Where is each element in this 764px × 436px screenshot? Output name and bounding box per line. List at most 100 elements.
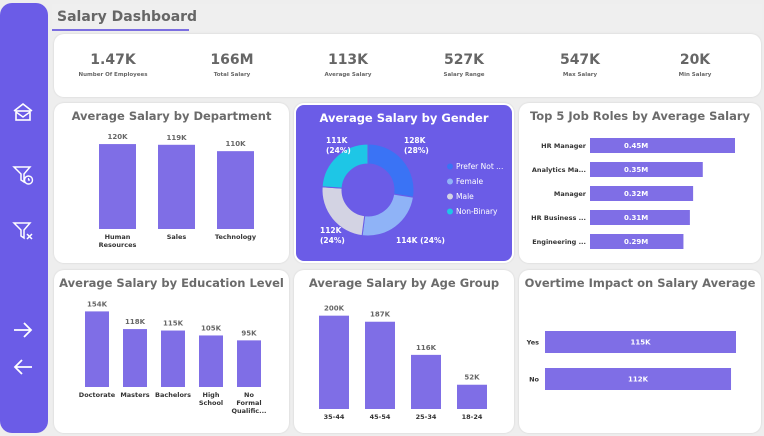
legend-marker xyxy=(447,178,453,185)
kpi-value: 166M xyxy=(210,52,254,68)
legend-label: Male xyxy=(456,192,474,201)
overtime-chart: Yes 115K No 112K xyxy=(526,331,736,390)
department-chart: 120K HumanResources 119K Sales 110K Technolog… xyxy=(99,133,257,249)
kpi-value: 113K xyxy=(327,52,369,68)
education-chart: 154K Doctorate 118K Masters 115K Bachelors 105… xyxy=(79,300,267,415)
donut-slice[interactable] xyxy=(361,193,414,237)
data-label: 116K xyxy=(416,344,437,352)
data-label: 52K xyxy=(464,374,480,382)
category-label: No xyxy=(244,391,254,399)
slice-label: 114K (24%) xyxy=(396,236,445,245)
category-label: Human xyxy=(105,233,131,241)
chart-bar[interactable] xyxy=(85,311,109,387)
home-icon[interactable] xyxy=(11,100,35,124)
data-label: 118K xyxy=(125,318,146,326)
legend-label: Prefer Not ... xyxy=(456,162,503,171)
chart-bar[interactable] xyxy=(123,329,147,387)
kpi-label: Salary Range xyxy=(443,72,485,78)
category-label: 25-34 xyxy=(416,413,437,421)
kpi-label: Max Salary xyxy=(562,72,598,78)
education-panel[interactable]: Average Salary by Education Level 154K Do… xyxy=(54,270,289,433)
category-label: Qualific... xyxy=(231,407,266,415)
gender-chart: 128K(28%)114K (24%)112K(24%)111K(24%)Pre… xyxy=(320,136,503,245)
slice-label: (28%) xyxy=(404,146,429,155)
chart-bar[interactable] xyxy=(411,354,441,409)
data-label: 200K xyxy=(324,305,345,313)
sidebar xyxy=(0,3,48,433)
data-label: 0.32M xyxy=(624,190,648,198)
data-label: 95K xyxy=(241,329,257,337)
chart-bar[interactable] xyxy=(590,138,735,153)
chart-bar[interactable] xyxy=(99,144,136,229)
legend-marker xyxy=(447,208,453,215)
data-label: 0.29M xyxy=(624,238,648,246)
chart-bar[interactable] xyxy=(457,384,487,409)
legend-marker xyxy=(447,163,453,170)
title-underline xyxy=(52,29,189,31)
arrow-left-icon[interactable] xyxy=(11,355,35,379)
data-label: 110K xyxy=(225,140,246,148)
data-label: 0.45M xyxy=(624,142,648,150)
category-label: Formal xyxy=(236,399,261,407)
roles-panel[interactable]: Top 5 Job Roles by Average Salary HR Man… xyxy=(519,103,761,263)
category-label: 45-54 xyxy=(370,413,391,421)
category-label: High xyxy=(203,391,220,399)
data-label: 119K xyxy=(166,134,187,142)
chart-bar[interactable] xyxy=(319,315,349,409)
chart-bar[interactable] xyxy=(217,151,254,229)
page-title: Salary Dashboard xyxy=(57,9,198,25)
overtime-panel[interactable]: Overtime Impact on Salary Average Yes 115… xyxy=(519,270,761,433)
filter-clock-icon[interactable] xyxy=(11,163,35,187)
age-chart: 200K 35-44 187K 45-54 116K 25-34 52K 18-24 xyxy=(319,305,487,421)
slice-label: 128K xyxy=(404,136,427,145)
kpi-value: 20K xyxy=(679,52,711,68)
category-label: 35-44 xyxy=(324,413,345,421)
category-label: HR Business ... xyxy=(531,214,586,222)
category-label: HR Manager xyxy=(541,142,587,150)
slice-label: (24%) xyxy=(326,146,351,155)
category-label: Technology xyxy=(215,233,257,241)
data-label: 154K xyxy=(87,300,108,308)
slice-label: 111K xyxy=(326,136,349,145)
slice-label: 112K xyxy=(320,226,343,235)
chart-bar[interactable] xyxy=(365,321,395,409)
roles-chart: HR Manager 0.45M Analytics Ma... 0.35M Manag… xyxy=(531,138,735,249)
category-label: Bachelors xyxy=(155,391,191,399)
category-label: Analytics Ma... xyxy=(532,166,586,174)
kpi-panel: 1.47K Number Of Employees 166M Total Sal… xyxy=(54,34,761,97)
data-label: 115K xyxy=(163,320,184,328)
kpi-value: 1.47K xyxy=(90,52,136,68)
age-panel[interactable]: Average Salary by Age Group 200K 35-44 187… xyxy=(294,270,514,433)
category-label: Engineering ... xyxy=(532,238,586,246)
slice-label: (24%) xyxy=(320,236,345,245)
data-label: 0.31M xyxy=(624,214,648,222)
category-label: Doctorate xyxy=(79,391,116,399)
kpi-label: Number Of Employees xyxy=(78,72,148,78)
data-label: 187K xyxy=(370,311,391,319)
legend-label: Female xyxy=(456,177,484,186)
department-panel[interactable]: Average Salary by Department 120K Human Re… xyxy=(54,103,289,263)
category-label: Manager xyxy=(554,190,587,198)
category-label: 18-24 xyxy=(462,413,483,421)
arrow-right-icon[interactable] xyxy=(11,318,35,342)
filter-clear-icon[interactable] xyxy=(11,219,35,243)
data-label: 112K xyxy=(628,376,649,384)
category-label: No xyxy=(529,376,539,384)
category-label: Masters xyxy=(120,391,149,399)
kpi-value: 527K xyxy=(443,52,485,68)
category-label: Yes xyxy=(526,339,540,347)
legend-label: Non-Binary xyxy=(456,207,498,216)
chart-bar[interactable] xyxy=(237,340,261,387)
chart-bar[interactable] xyxy=(161,330,185,387)
chart-bar[interactable] xyxy=(158,144,195,229)
kpi-label: Average Salary xyxy=(324,72,372,78)
kpi-label: Min Salary xyxy=(678,72,712,78)
category-label: School xyxy=(199,399,223,407)
data-label: 115K xyxy=(630,339,651,347)
gender-panel[interactable]: Average Salary by Gender 128K (28%) 114K (… xyxy=(294,103,514,263)
legend-marker xyxy=(447,193,453,200)
kpi-value: 547K xyxy=(559,52,601,68)
category-label: Sales xyxy=(167,233,187,241)
chart-bar[interactable] xyxy=(199,335,223,387)
kpi-label: Total Salary xyxy=(213,72,251,78)
